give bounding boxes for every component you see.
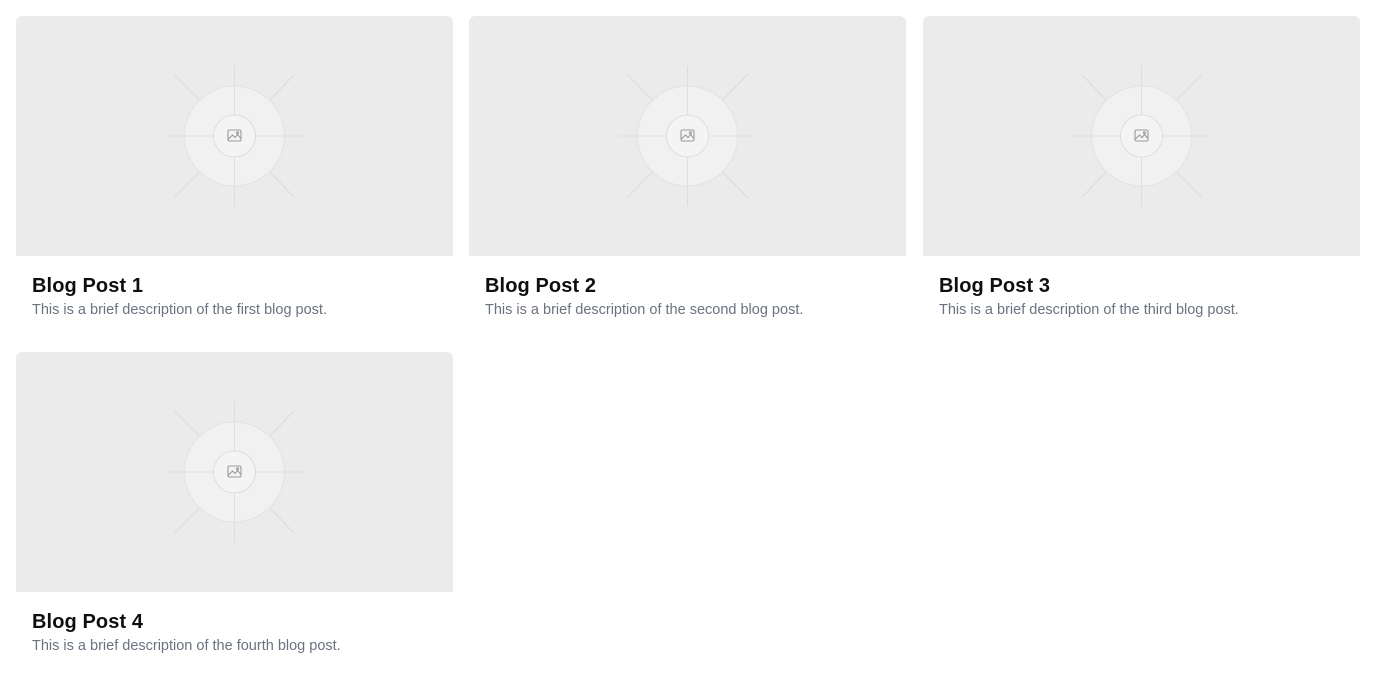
image-placeholder-icon <box>1073 66 1210 206</box>
image-placeholder-icon <box>166 402 303 542</box>
post-description: This is a brief description of the secon… <box>485 302 804 318</box>
post-description: This is a brief description of the first… <box>32 302 327 318</box>
post-image-placeholder <box>469 16 906 256</box>
blog-post-card[interactable]: Blog Post 4 This is a brief description … <box>16 352 453 672</box>
blog-post-card[interactable]: Blog Post 3 This is a brief description … <box>923 16 1360 336</box>
blog-post-card[interactable]: Blog Post 2 This is a brief description … <box>469 16 906 336</box>
post-image-placeholder <box>923 16 1360 256</box>
post-title[interactable]: Blog Post 1 <box>32 273 437 299</box>
post-title[interactable]: Blog Post 3 <box>939 273 1344 299</box>
post-image-placeholder <box>16 16 453 256</box>
post-description: This is a brief description of the third… <box>939 302 1239 318</box>
post-description: This is a brief description of the fourt… <box>32 638 341 654</box>
post-title[interactable]: Blog Post 2 <box>485 273 890 299</box>
image-placeholder-icon <box>619 66 756 206</box>
post-image-placeholder <box>16 352 453 592</box>
blog-post-grid: Blog Post 1 This is a brief description … <box>0 0 1376 688</box>
blog-post-card[interactable]: Blog Post 1 This is a brief description … <box>16 16 453 336</box>
post-title[interactable]: Blog Post 4 <box>32 609 437 635</box>
image-placeholder-icon <box>166 66 303 206</box>
